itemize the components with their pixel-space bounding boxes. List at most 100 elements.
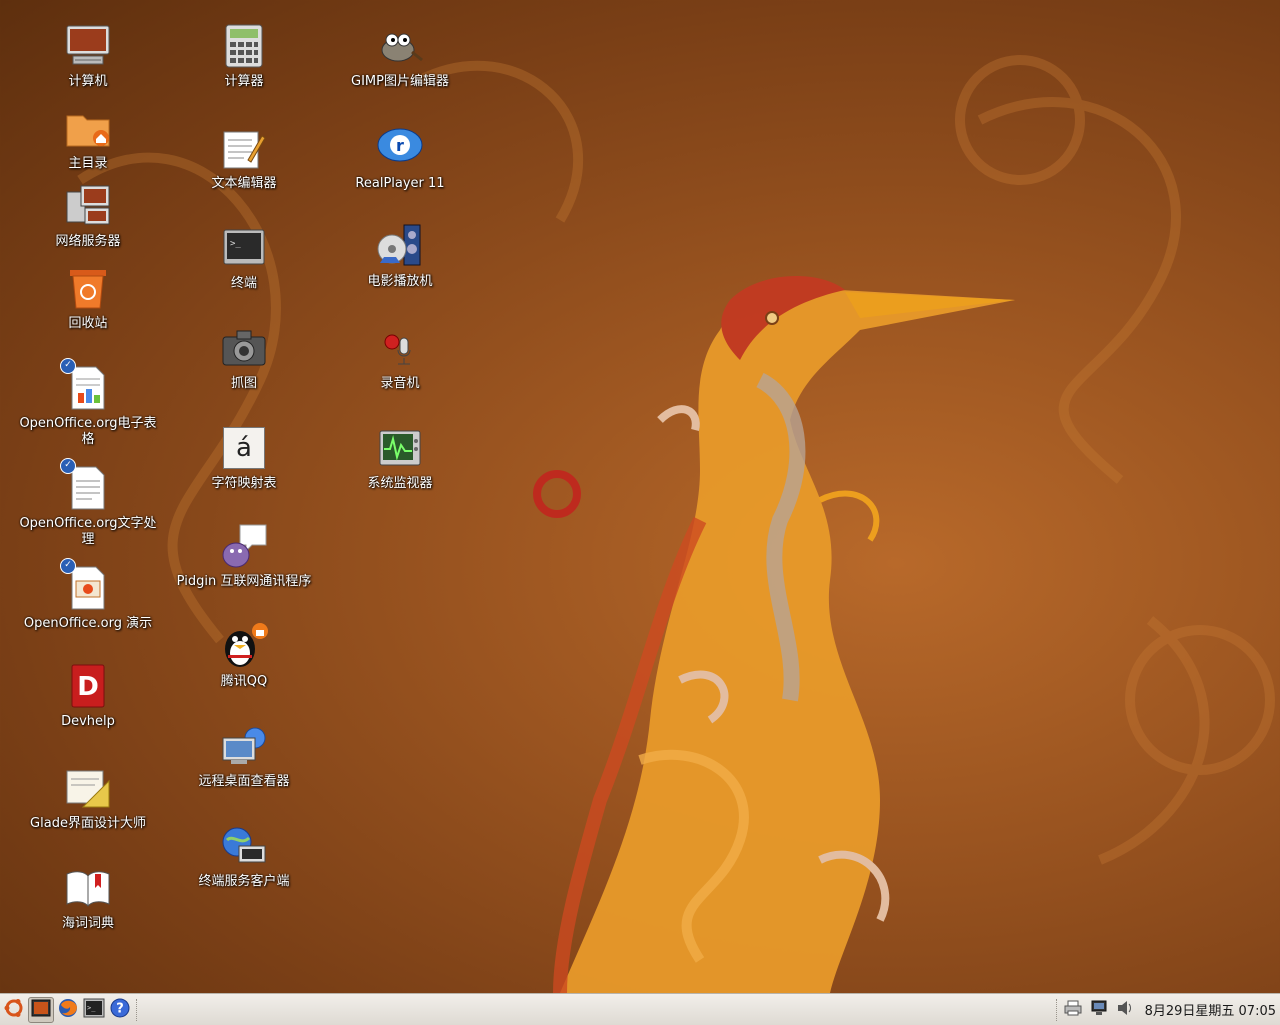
desktop-icon-oo-impress[interactable]: ✓ OpenOffice.org 演示 xyxy=(10,558,166,632)
desktop-icon-label: Devhelp xyxy=(61,714,115,729)
shortcut-badge-icon: ✓ xyxy=(60,458,76,474)
network-button[interactable] xyxy=(1089,1000,1109,1020)
svg-text:r: r xyxy=(396,136,404,155)
character-map-icon: á xyxy=(220,424,268,472)
terminal-server-client-icon xyxy=(220,822,268,870)
computer-icon xyxy=(64,22,112,70)
desktop-icon-label: 回收站 xyxy=(68,316,108,331)
desktop-icon-character-map[interactable]: á 字符映射表 xyxy=(166,424,322,492)
desktop-icon-label: 计算器 xyxy=(224,74,264,89)
desktop-icon-label: 远程桌面查看器 xyxy=(198,774,290,789)
sound-recorder-icon xyxy=(376,324,424,372)
system-tray: 8月29日星期五 07:05 xyxy=(1052,994,1280,1025)
shortcut-badge-icon: ✓ xyxy=(60,358,76,374)
desktop-icon-label: Glade界面设计大师 xyxy=(30,816,146,831)
desktop-icon-label: 电影播放机 xyxy=(367,274,433,289)
desktop-icon-dictionary[interactable]: 海词词典 xyxy=(10,864,166,932)
glade-icon xyxy=(64,764,112,812)
help-icon: ? xyxy=(109,997,131,1023)
dictionary-icon xyxy=(64,864,112,912)
desktop-icon-oo-spreadsheet[interactable]: ✓ OpenOffice.org电子表格 xyxy=(10,358,166,448)
desktop-icon-label: 海词词典 xyxy=(61,916,114,931)
desktop-icon-label: 字符映射表 xyxy=(211,476,277,491)
desktop-icon-label: 文本编辑器 xyxy=(211,176,277,191)
desktop-icon-label: 主目录 xyxy=(68,156,108,171)
clock[interactable]: 8月29日星期五 07:05 xyxy=(1145,1000,1276,1019)
svg-text:>_: >_ xyxy=(230,239,241,249)
movie-player-icon xyxy=(376,222,424,270)
svg-text:>_: >_ xyxy=(87,1004,96,1012)
pidgin-icon xyxy=(220,522,268,570)
desktop-icon-label: 终端服务客户端 xyxy=(198,874,290,889)
qq-penguin-icon xyxy=(220,622,268,670)
desktop-icon-label: 终端 xyxy=(230,276,257,291)
camera-icon xyxy=(220,324,268,372)
desktop[interactable]: 计算机 主目录 网络服务器 回收站 ✓ OpenOffice.org电子表格 ✓… xyxy=(0,0,1280,993)
desktop-icon-label: 系统监视器 xyxy=(367,476,433,491)
desktop-icon-terminal-server-client[interactable]: 终端服务客户端 xyxy=(166,822,322,890)
remote-desktop-icon xyxy=(220,722,268,770)
desktop-icon-glade[interactable]: Glade界面设计大师 xyxy=(10,764,166,832)
text-editor-icon xyxy=(220,124,268,172)
desktop-icon-label: RealPlayer 11 xyxy=(355,176,445,191)
svg-text:?: ? xyxy=(116,1001,124,1016)
desktop-icon-gimp[interactable]: GIMP图片编辑器 xyxy=(322,22,478,90)
ubuntu-menu-button[interactable] xyxy=(2,998,26,1022)
desktop-icon-devhelp[interactable]: D Devhelp xyxy=(10,662,166,730)
gimp-icon xyxy=(376,22,424,70)
bottom-panel: >_ ? 8月29日星期五 07:05 xyxy=(0,993,1280,1025)
ubuntu-menu-icon xyxy=(3,997,25,1023)
show-desktop-icon xyxy=(31,999,51,1021)
spreadsheet-icon: ✓ xyxy=(60,358,112,412)
desktop-icon-label: GIMP图片编辑器 xyxy=(351,74,449,89)
desktop-icon-calculator[interactable]: 计算器 xyxy=(166,22,322,90)
volume-button[interactable] xyxy=(1115,1000,1135,1020)
terminal-launcher[interactable]: >_ xyxy=(82,998,106,1022)
trash-icon xyxy=(64,264,112,312)
help-launcher[interactable]: ? xyxy=(108,998,132,1022)
desktop-icon-system-monitor[interactable]: 系统监视器 xyxy=(322,424,478,492)
desktop-icon-pidgin[interactable]: Pidgin 互联网通讯程序 xyxy=(166,522,322,590)
printer-button[interactable] xyxy=(1063,1000,1083,1020)
calculator-icon xyxy=(220,22,268,70)
desktop-icon-label: OpenOffice.org文字处理 xyxy=(19,516,157,547)
desktop-icon-terminal[interactable]: >_ 终端 xyxy=(166,224,322,292)
desktop-icon-text-editor[interactable]: 文本编辑器 xyxy=(166,124,322,192)
word-processor-icon: ✓ xyxy=(60,458,112,512)
desktop-icon-label: OpenOffice.org电子表格 xyxy=(19,416,157,447)
network-servers-icon xyxy=(64,182,112,230)
firefox-launcher[interactable] xyxy=(56,998,80,1022)
desktop-icon-screenshot[interactable]: 抓图 xyxy=(166,324,322,392)
desktop-icon-remote-desktop[interactable]: 远程桌面查看器 xyxy=(166,722,322,790)
desktop-icon-label: 网络服务器 xyxy=(55,234,121,249)
terminal-launcher-icon: >_ xyxy=(83,998,105,1022)
desktop-icon-sound-recorder[interactable]: 录音机 xyxy=(322,324,478,392)
volume-icon xyxy=(1116,1000,1134,1020)
show-desktop-button[interactable] xyxy=(28,996,54,1023)
terminal-icon: >_ xyxy=(220,224,268,272)
desktop-icon-movie-player[interactable]: 电影播放机 xyxy=(322,222,478,290)
realplayer-icon: r xyxy=(376,124,424,172)
desktop-icon-trash[interactable]: 回收站 xyxy=(10,264,166,332)
desktop-icon-network-servers[interactable]: 网络服务器 xyxy=(10,182,166,250)
panel-separator xyxy=(136,998,139,1021)
desktop-icon-label: Pidgin 互联网通讯程序 xyxy=(176,574,312,589)
svg-text:D: D xyxy=(77,672,99,702)
desktop-icon-label: 录音机 xyxy=(380,376,420,391)
desktop-icon-oo-writer[interactable]: ✓ OpenOffice.org文字处理 xyxy=(10,458,166,548)
desktop-icon-home[interactable]: 主目录 xyxy=(10,104,166,172)
desktop-icon-qq[interactable]: 腾讯QQ xyxy=(166,622,322,690)
desktop-icon-label: 计算机 xyxy=(68,74,108,89)
presentation-icon: ✓ xyxy=(60,558,112,612)
shortcut-badge-icon: ✓ xyxy=(60,558,76,574)
network-icon xyxy=(1090,999,1108,1021)
desktop-icon-computer[interactable]: 计算机 xyxy=(10,22,166,90)
desktop-icon-realplayer[interactable]: r RealPlayer 11 xyxy=(322,124,478,192)
devhelp-icon: D xyxy=(64,662,112,710)
desktop-icon-label: 腾讯QQ xyxy=(220,674,268,689)
firefox-icon xyxy=(57,997,79,1023)
system-monitor-icon xyxy=(376,424,424,472)
home-folder-icon xyxy=(64,104,112,152)
desktop-icon-label: 抓图 xyxy=(230,376,257,391)
panel-separator xyxy=(1055,998,1059,1021)
